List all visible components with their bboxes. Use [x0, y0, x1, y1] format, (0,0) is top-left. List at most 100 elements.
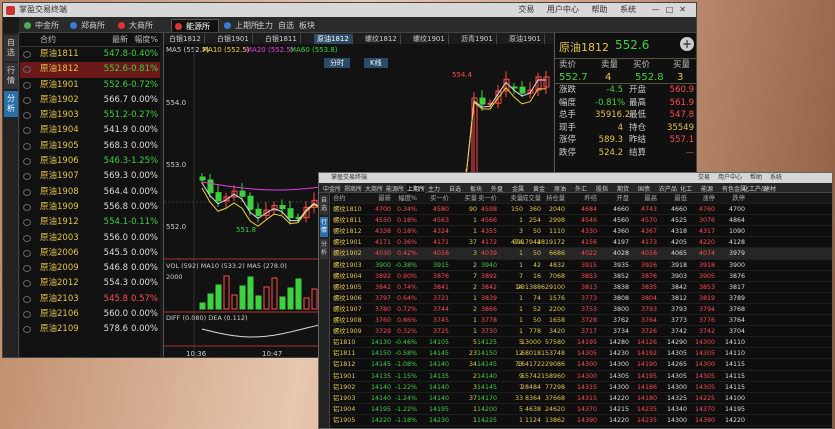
- exchange-tab-2[interactable]: 黄金: [533, 184, 545, 193]
- radio-icon[interactable]: [23, 219, 31, 227]
- chart-tab-active[interactable]: 原油1812: [314, 34, 353, 44]
- table-row[interactable]: 铝1905 14220 -1.18% 14230 1 14225 1 1124 13862 143…: [331, 415, 832, 426]
- tab-ine[interactable]: 能源所: [171, 19, 219, 32]
- table-header-cell[interactable]: 最新: [363, 193, 391, 204]
- side-analysis-2[interactable]: 分析: [320, 239, 328, 259]
- chart-tab[interactable]: 白银1812: [166, 34, 205, 44]
- side-quotes-2[interactable]: 行情: [320, 217, 328, 237]
- minimize-button[interactable]: —: [652, 5, 666, 14]
- table-row[interactable]: 螺纹1901 4171 0.36% 4171 37 4172 474 3117944 28191…: [331, 237, 832, 249]
- tab-main[interactable]: 主力: [257, 19, 273, 32]
- list-item[interactable]: 原油1912 554.1 -0.11%: [20, 215, 160, 230]
- table-row[interactable]: 螺纹1905 3842 0.74% 3841 2 3842 14 231388 629100 38…: [331, 282, 832, 293]
- radio-icon[interactable]: [23, 127, 31, 135]
- menu-help[interactable]: 帮助: [591, 5, 607, 14]
- list-item[interactable]: 原油1901 552.6 -0.72%: [20, 78, 160, 93]
- table-row[interactable]: 铝1901 14135 -1.15% 14135 2 14140 9 55742 158960 1…: [331, 371, 832, 382]
- side-favorites[interactable]: 自选: [4, 35, 18, 61]
- table-row[interactable]: 螺纹1908 3760 0.86% 3745 1 3778 1 50 1658 3728 3762 3…: [331, 315, 832, 327]
- exchange-tab-2[interactable]: 能源: [701, 184, 713, 193]
- radio-icon[interactable]: [23, 203, 31, 211]
- radio-icon[interactable]: [23, 265, 31, 273]
- exchange-tab-2[interactable]: 金属: [512, 184, 524, 193]
- chart-tab[interactable]: 原油1901: [506, 34, 545, 44]
- exchange-tab-2[interactable]: 建材: [764, 184, 776, 193]
- radio-icon[interactable]: [23, 295, 31, 303]
- chart-tab[interactable]: 白银1811: [262, 34, 301, 44]
- exchange-tab-2[interactable]: 期货: [617, 184, 629, 193]
- exchange-tab-2[interactable]: 郑商所: [344, 184, 362, 193]
- table-row[interactable]: 铝1810 14130 -0.46% 14105 5 14125 5 13000 57580 14…: [331, 337, 832, 349]
- side-favorites-2[interactable]: 自选: [320, 195, 328, 215]
- radio-icon[interactable]: [23, 234, 31, 242]
- chart-tab[interactable]: 螺纹1812: [362, 34, 401, 44]
- list-item[interactable]: 原油1907 569.3 0.00%: [20, 169, 160, 184]
- exchange-tab-2[interactable]: 外盘: [491, 184, 503, 193]
- table-row[interactable]: 铝1811 14150 -0.58% 14145 23 14150 12 68018 15374…: [331, 348, 832, 360]
- list-item[interactable]: 原油1903 551.2 -0.27%: [20, 108, 160, 123]
- close-button[interactable]: ✕: [679, 5, 692, 14]
- list-item[interactable]: 原油1812 552.6 -0.81%: [20, 62, 160, 78]
- exchange-tab-2[interactable]: 原油: [554, 184, 566, 193]
- exchange-tab-2[interactable]: 板块: [470, 184, 482, 193]
- table-header-cell[interactable]: 合约: [333, 193, 346, 204]
- list-item[interactable]: 原油2006 545.5 0.00%: [20, 246, 160, 261]
- table-row[interactable]: 铝1812 14145 -1.08% 14140 34 14145 73 164172 2290…: [331, 359, 832, 371]
- table-row[interactable]: 铝1904 14195 -1.22% 14195 1 14200 5 4638 24620 143…: [331, 404, 832, 415]
- exchange-tab-2[interactable]: 中金所: [323, 184, 341, 193]
- exchange-tab-2[interactable]: 外汇: [575, 184, 587, 193]
- col-change[interactable]: 幅度%: [128, 33, 158, 47]
- menu-system[interactable]: 系统: [620, 5, 636, 14]
- table-header-cell[interactable]: 开盘: [601, 193, 629, 204]
- tab-sectors[interactable]: 板块: [299, 19, 315, 32]
- list-item[interactable]: 原油1905 568.3 0.00%: [20, 139, 160, 154]
- table-row[interactable]: 螺纹1907 3780 0.72% 3744 2 3866 1 52 2200 3753 3800 3…: [331, 304, 832, 316]
- exchange-tab-2[interactable]: 国债: [638, 184, 650, 193]
- menu-user-center[interactable]: 用户中心: [547, 5, 579, 14]
- list-item[interactable]: 原油1906 546.3 -1.25%: [20, 154, 160, 169]
- menu-trade[interactable]: 交易: [518, 5, 534, 14]
- side-quotes[interactable]: 行情: [4, 63, 18, 89]
- radio-icon[interactable]: [23, 96, 31, 104]
- table-header-cell[interactable]: 幅度%: [389, 193, 417, 204]
- list-item[interactable]: 原油2003 556.0 0.00%: [20, 231, 160, 246]
- chart-tab[interactable]: 沥青1901: [458, 34, 497, 44]
- list-item[interactable]: 原油2012 554.3 0.00%: [20, 276, 160, 291]
- exchange-tab-2[interactable]: 农产品: [659, 184, 677, 193]
- exchange-tab-2[interactable]: 大商所: [365, 184, 383, 193]
- table-row[interactable]: 螺纹1903 3900 -0.38% 3915 2 3940 1 42 4832 3915 3935…: [331, 260, 832, 271]
- tab-dce[interactable]: 大商所: [115, 19, 161, 32]
- exchange-tab-2[interactable]: 能源所: [386, 184, 404, 193]
- table-header-cell[interactable]: 最低: [659, 193, 687, 204]
- table-row[interactable]: 铝1903 14140 -1.24% 14140 37 14170 33 8364 37668 1…: [331, 393, 832, 404]
- list-item[interactable]: 原油2009 546.8 0.00%: [20, 261, 160, 276]
- radio-icon[interactable]: [23, 81, 31, 89]
- radio-icon[interactable]: [23, 280, 31, 288]
- radio-icon[interactable]: [23, 326, 31, 334]
- col-last[interactable]: 最新: [98, 33, 128, 47]
- radio-icon[interactable]: [23, 112, 31, 120]
- maximize-button[interactable]: □: [666, 5, 680, 14]
- radio-icon[interactable]: [23, 158, 31, 166]
- list-item[interactable]: 原油2109 578.6 0.00%: [20, 322, 160, 337]
- list-item[interactable]: 原油1909 556.8 0.00%: [20, 200, 160, 215]
- table-header-cell[interactable]: 涨停: [687, 193, 715, 204]
- radio-icon[interactable]: [23, 142, 31, 150]
- menu-help-2[interactable]: 帮助: [750, 174, 762, 181]
- list-item[interactable]: 原油1904 541.9 0.00%: [20, 123, 160, 138]
- table-row[interactable]: 螺纹1812 4338 0.18% 4324 1 4355 3 50 1110 4330 4360 4…: [331, 226, 832, 238]
- menu-system-2[interactable]: 系统: [770, 174, 782, 181]
- list-item[interactable]: 原油1902 566.7 0.00%: [20, 93, 160, 108]
- radio-icon[interactable]: [23, 51, 31, 58]
- table-header-cell[interactable]: 最高: [629, 193, 657, 204]
- table-header-cell[interactable]: 昨结: [569, 193, 597, 204]
- radio-icon[interactable]: [23, 66, 31, 74]
- table-row[interactable]: 螺纹1811 4550 0.18% 4563 1 4566 1 254 2998 4546 4560…: [331, 215, 832, 227]
- list-item[interactable]: 原油2103 545.8 0.57%: [20, 292, 160, 307]
- exchange-tab-2[interactable]: 上期所: [407, 184, 426, 193]
- exchange-tab-2[interactable]: 股指: [596, 184, 608, 193]
- table-row[interactable]: 铝1902 14140 -1.22% 14140 3 14145 7 28484 77298 14…: [331, 382, 832, 393]
- list-item[interactable]: 原油2106 560.0 0.00%: [20, 307, 160, 322]
- table-header-cell[interactable]: 卖一价: [469, 193, 497, 204]
- radio-icon[interactable]: [23, 249, 31, 257]
